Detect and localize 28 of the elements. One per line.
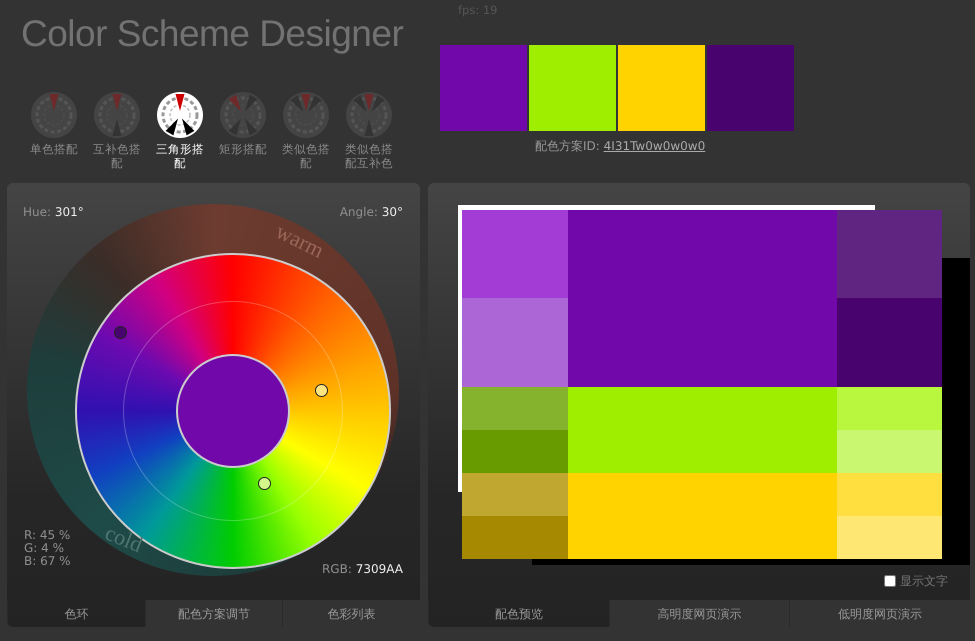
color-wheel-icon xyxy=(346,92,392,138)
panel-tab[interactable]: 配色方案调节 xyxy=(144,600,282,627)
app-title: Color Scheme Designer xyxy=(21,12,404,56)
color-wheel-icon xyxy=(94,92,140,138)
cold-label: cold xyxy=(100,518,148,560)
color-wheel-icon xyxy=(283,92,329,138)
scheme-id-link[interactable]: 4I31Tw0w0w0w0 xyxy=(604,139,706,154)
color-wheel-icon xyxy=(220,92,266,138)
hue-readout: Hue: 301° xyxy=(23,204,84,221)
scheme-type-button[interactable]: 矩形搭配 xyxy=(218,92,268,170)
show-text-label: 显示文字 xyxy=(900,573,948,590)
panel-tab[interactable]: 高明度网页演示 xyxy=(608,600,790,627)
rgb-percent-readout: B: 67 % xyxy=(24,555,71,568)
scheme-type-button[interactable]: 类似色搭配互补色 xyxy=(344,92,394,170)
rgb-hex-readout: RGB: 7309AA xyxy=(322,561,403,578)
scheme-id-label: 配色方案ID: xyxy=(535,139,601,154)
show-text-checkbox[interactable] xyxy=(884,575,896,587)
scheme-type-button[interactable]: 类似色搭配 xyxy=(281,92,331,170)
scheme-type-button[interactable]: 单色搭配 xyxy=(29,92,79,170)
scheme-type-button[interactable]: 三角形搭配 xyxy=(155,92,205,170)
rgb-percent-readout: R: 45 % xyxy=(24,529,70,542)
scheme-type-button[interactable]: 互补色搭配 xyxy=(92,92,142,170)
color-wheel-icon xyxy=(157,92,203,138)
color-wheel-icon xyxy=(31,92,77,138)
rgb-percent-readout: G: 4 % xyxy=(24,542,64,555)
panel-tab[interactable]: 色彩列表 xyxy=(282,600,420,627)
angle-readout: Angle: 30° xyxy=(340,204,403,221)
panel-tab[interactable]: 低明度网页演示 xyxy=(789,600,970,627)
